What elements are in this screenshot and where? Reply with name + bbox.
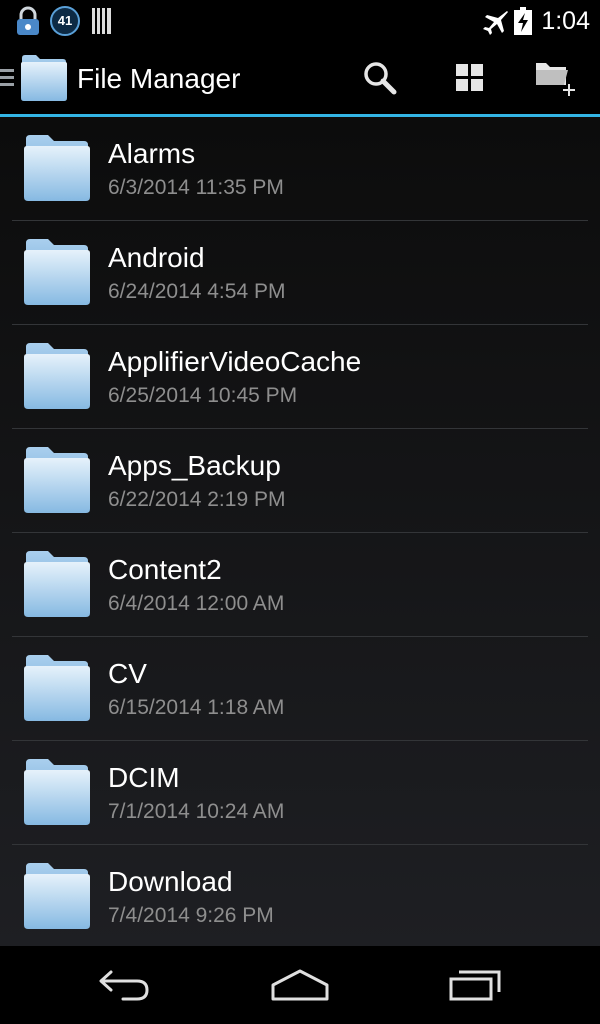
airplane-mode-icon: [483, 11, 508, 35]
lock-icon: [17, 6, 39, 35]
folder-icon: [24, 447, 90, 513]
file-list: Alarms 6/3/2014 11:35 PM Android 6/24/20…: [0, 117, 600, 946]
folder-row[interactable]: ApplifierVideoCache 6/25/2014 10:45 PM: [0, 325, 600, 429]
status-clock: 1:04: [541, 7, 590, 35]
new-folder-button[interactable]: [515, 42, 595, 114]
grid-view-button[interactable]: [430, 42, 510, 114]
search-icon: [364, 62, 397, 95]
folder-date: 6/15/2014 1:18 AM: [108, 696, 285, 719]
home-button[interactable]: [240, 946, 360, 1024]
folder-icon: [24, 343, 90, 409]
folder-name: Apps_Backup: [108, 450, 281, 481]
drawer-indicator-icon[interactable]: [0, 66, 16, 90]
notification-count-badge: 41: [50, 6, 80, 36]
back-button[interactable]: [65, 946, 185, 1024]
folder-date: 7/1/2014 10:24 AM: [108, 800, 285, 823]
folder-icon: [24, 863, 90, 929]
status-bar: 41 1:04: [0, 0, 600, 42]
grid-view-icon: [456, 64, 483, 91]
navigation-bar: [0, 946, 600, 1024]
back-icon: [99, 970, 149, 1001]
folder-name: ApplifierVideoCache: [108, 346, 362, 377]
battery-charging-icon: [514, 7, 532, 35]
folder-row[interactable]: Alarms 6/3/2014 11:35 PM: [0, 117, 600, 221]
folder-icon: [24, 551, 90, 617]
recent-apps-button[interactable]: [415, 946, 535, 1024]
folder-date: 6/24/2014 4:54 PM: [108, 280, 286, 303]
recent-apps-icon: [449, 970, 501, 1001]
folder-row[interactable]: Android 6/24/2014 4:54 PM: [0, 221, 600, 325]
folder-date: 6/22/2014 2:19 PM: [108, 488, 286, 511]
app-folder-icon[interactable]: [20, 52, 68, 102]
app-title: File Manager: [77, 63, 241, 94]
folder-date: 6/3/2014 11:35 PM: [108, 176, 284, 199]
folder-row[interactable]: CV 6/15/2014 1:18 AM: [0, 637, 600, 741]
folder-name: Alarms: [108, 138, 196, 169]
folder-row[interactable]: Apps_Backup 6/22/2014 2:19 PM: [0, 429, 600, 533]
folder-row[interactable]: Content2 6/4/2014 12:00 AM: [0, 533, 600, 637]
folder-date: 7/4/2014 9:26 PM: [108, 904, 274, 927]
folder-date: 6/25/2014 10:45 PM: [108, 384, 298, 407]
folder-name: Content2: [108, 554, 222, 585]
screen: 41 1:04 File Manager Alarms 6/3/2014 11:…: [0, 0, 600, 1024]
barcode-icon: [92, 8, 111, 34]
folder-icon: [24, 239, 90, 305]
new-folder-icon: [536, 63, 575, 96]
folder-icon: [24, 655, 90, 721]
folder-name: Download: [108, 866, 233, 897]
folder-icon: [24, 759, 90, 825]
search-button[interactable]: [340, 42, 420, 114]
folder-name: Android: [108, 242, 205, 273]
folder-row[interactable]: DCIM 7/1/2014 10:24 AM: [0, 741, 600, 845]
folder-name: CV: [108, 658, 147, 689]
folder-date: 6/4/2014 12:00 AM: [108, 592, 285, 615]
folder-icon: [24, 135, 90, 201]
action-bar: File Manager: [0, 42, 600, 114]
folder-row[interactable]: Download 7/4/2014 9:26 PM: [0, 845, 600, 949]
home-icon: [271, 969, 329, 1001]
folder-name: DCIM: [108, 762, 180, 793]
